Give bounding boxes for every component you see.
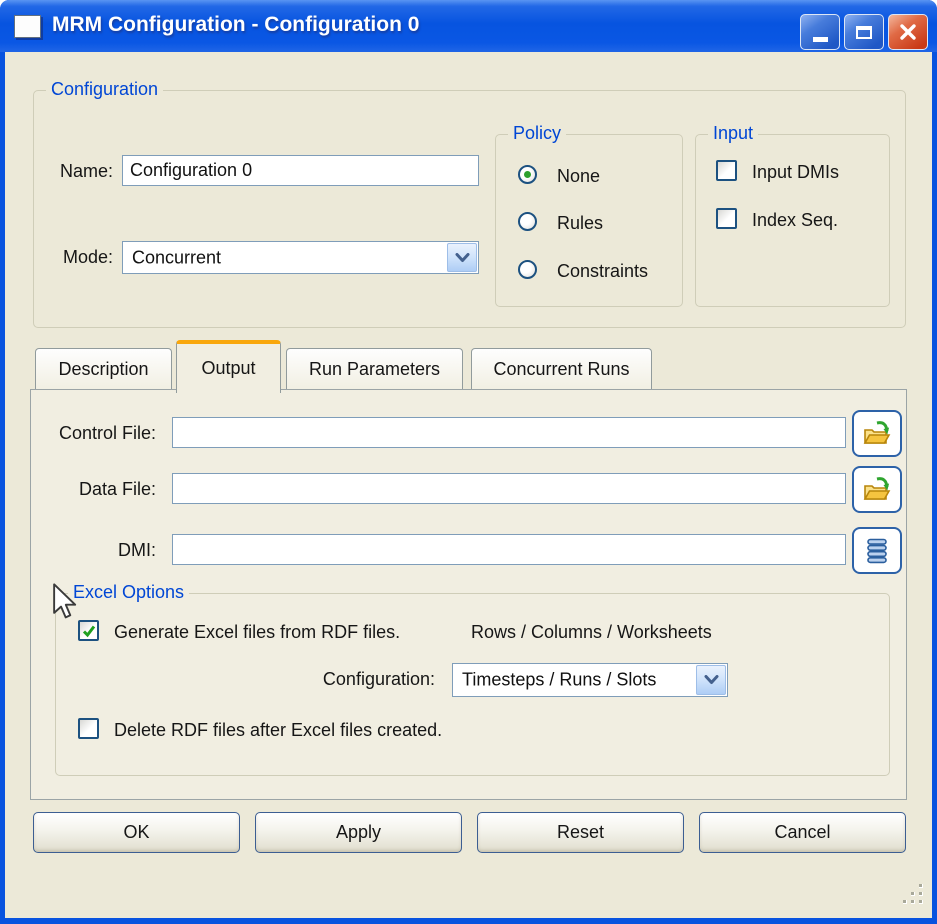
excel-configuration-selected-value: Timesteps / Runs / Slots xyxy=(462,670,656,691)
data-file-browse-button[interactable] xyxy=(852,466,902,513)
mrm-configuration-window: MRM Configuration - Configuration 0 Conf… xyxy=(0,0,937,924)
tab-concurrent-runs[interactable]: Concurrent Runs xyxy=(471,348,652,390)
configuration-group-label: Configuration xyxy=(46,79,163,100)
delete-rdf-checkbox[interactable] xyxy=(78,718,99,739)
ok-button[interactable]: OK xyxy=(33,812,240,853)
window-icon xyxy=(14,15,41,38)
control-file-browse-button[interactable] xyxy=(852,410,902,457)
window-title: MRM Configuration - Configuration 0 xyxy=(52,13,419,37)
data-file-label: Data File: xyxy=(38,479,156,500)
index-seq-checkbox[interactable] xyxy=(716,208,737,229)
excel-configuration-label: Configuration: xyxy=(280,669,435,690)
radio-dot-icon xyxy=(524,171,531,178)
data-file-input[interactable] xyxy=(172,473,846,504)
tab-description-label: Description xyxy=(58,359,148,380)
policy-radio-rules-label[interactable]: Rules xyxy=(557,213,603,234)
close-button[interactable] xyxy=(888,14,928,50)
policy-group-label: Policy xyxy=(508,123,566,144)
policy-radio-constraints[interactable] xyxy=(518,260,537,279)
input-dmis-checkbox[interactable] xyxy=(716,160,737,181)
open-folder-icon xyxy=(862,476,892,503)
open-folder-icon xyxy=(862,420,892,447)
policy-radio-none-label[interactable]: None xyxy=(557,166,600,187)
index-seq-label[interactable]: Index Seq. xyxy=(752,210,838,231)
cursor-icon xyxy=(52,583,78,621)
dmi-browse-button[interactable] xyxy=(852,527,902,574)
mode-selected-value: Concurrent xyxy=(132,247,221,268)
tab-concurrent-runs-label: Concurrent Runs xyxy=(493,359,629,380)
tab-output-label: Output xyxy=(201,358,255,379)
dmi-label: DMI: xyxy=(38,540,156,561)
input-group-label: Input xyxy=(708,123,758,144)
close-icon xyxy=(899,23,917,41)
mode-dropdown-button[interactable] xyxy=(447,243,477,272)
excel-configuration-select[interactable]: Timesteps / Runs / Slots xyxy=(452,663,728,697)
excel-configuration-dropdown-button[interactable] xyxy=(696,665,726,695)
check-icon xyxy=(81,623,97,639)
excel-options-label: Excel Options xyxy=(68,582,189,603)
name-label: Name: xyxy=(45,161,113,182)
database-icon xyxy=(865,538,889,564)
control-file-label: Control File: xyxy=(38,423,156,444)
title-bar[interactable]: MRM Configuration - Configuration 0 xyxy=(0,0,937,52)
input-dmis-label[interactable]: Input DMIs xyxy=(752,162,839,183)
control-file-input[interactable] xyxy=(172,417,846,448)
minimize-button[interactable] xyxy=(800,14,840,50)
policy-radio-constraints-label[interactable]: Constraints xyxy=(557,261,648,282)
generate-excel-label[interactable]: Generate Excel files from RDF files. xyxy=(114,622,400,643)
chevron-down-icon xyxy=(455,253,470,263)
tab-output[interactable]: Output xyxy=(176,340,281,393)
reset-button[interactable]: Reset xyxy=(477,812,684,853)
mode-select[interactable]: Concurrent xyxy=(122,241,479,274)
maximize-icon xyxy=(856,26,872,39)
tab-run-parameters-label: Run Parameters xyxy=(309,359,440,380)
generate-excel-checkbox[interactable] xyxy=(78,620,99,641)
tab-run-parameters[interactable]: Run Parameters xyxy=(286,348,463,390)
cancel-button[interactable]: Cancel xyxy=(699,812,906,853)
dmi-input[interactable] xyxy=(172,534,846,565)
name-input[interactable] xyxy=(122,155,479,186)
delete-rdf-label[interactable]: Delete RDF files after Excel files creat… xyxy=(114,720,442,741)
maximize-button[interactable] xyxy=(844,14,884,50)
policy-radio-none[interactable] xyxy=(518,165,537,184)
chevron-down-icon xyxy=(704,675,719,685)
tab-description[interactable]: Description xyxy=(35,348,172,390)
resize-grip[interactable] xyxy=(903,884,923,904)
minimize-icon xyxy=(813,37,828,42)
policy-radio-rules[interactable] xyxy=(518,212,537,231)
mode-label: Mode: xyxy=(45,247,113,268)
rows-columns-caption: Rows / Columns / Worksheets xyxy=(471,622,712,643)
apply-button[interactable]: Apply xyxy=(255,812,462,853)
